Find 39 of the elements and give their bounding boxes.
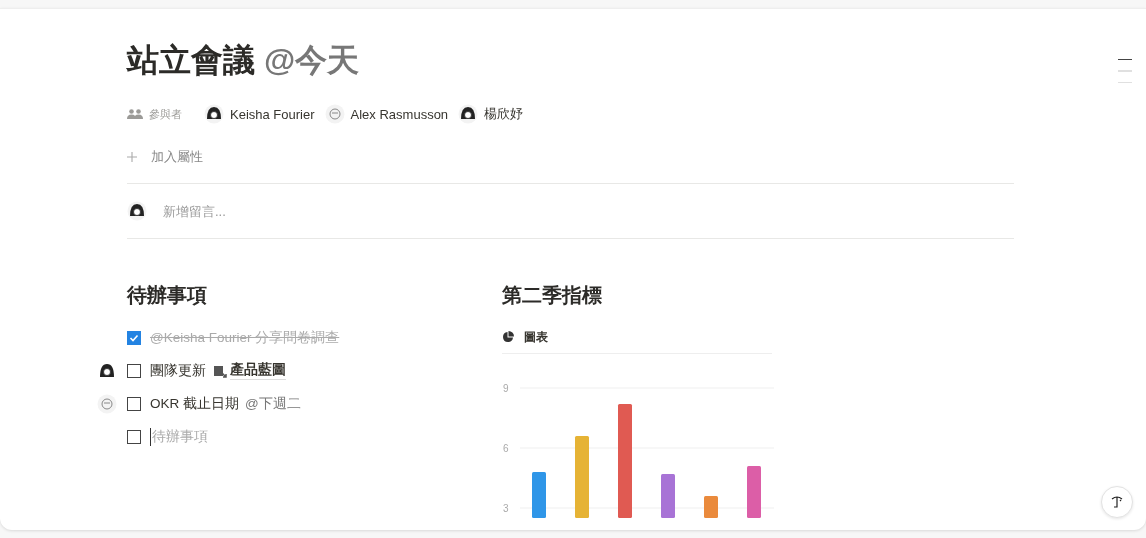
date-mention[interactable]: @下週二 [245, 394, 301, 413]
checkbox[interactable] [127, 363, 141, 378]
todo-text: 團隊更新 [150, 361, 206, 380]
add-property-button[interactable]: 加入屬性 [127, 148, 203, 166]
check-icon [129, 332, 139, 343]
chart-bar [704, 496, 718, 518]
help-icon [1109, 494, 1125, 510]
page-title: 站立會議 [127, 42, 255, 78]
todo-text: @Keisha Fourier 分享問卷調查 [150, 328, 340, 347]
pie-chart-icon [502, 331, 514, 343]
avatar-icon [458, 104, 479, 124]
people-icon [127, 109, 143, 119]
checkbox[interactable] [127, 396, 141, 411]
section-heading: 第二季指標 [502, 283, 603, 308]
checkbox[interactable] [127, 429, 141, 444]
plus-icon [127, 152, 137, 162]
axis-tick-label: 6 [503, 443, 509, 454]
chart-bar [747, 466, 761, 518]
chart-bar [661, 474, 675, 518]
todo-text: OKR 截止日期 [150, 394, 239, 413]
axis-tick-label: 9 [503, 383, 509, 394]
avatar-icon [204, 104, 224, 124]
avatar-icon [127, 201, 147, 221]
person-name[interactable]: Alex Rasmusson [350, 106, 449, 122]
page-icon [213, 363, 227, 378]
person-name[interactable]: 楊欣妤 [484, 105, 524, 123]
person-name[interactable]: Keisha Fourier [230, 106, 315, 122]
page-link[interactable]: 產品藍圖 [230, 361, 286, 380]
avatar-icon [324, 104, 345, 124]
avatar-icon [97, 393, 117, 414]
date-mention[interactable]: @今天 [263, 42, 360, 78]
chart-label: 圖表 [524, 328, 548, 346]
section-heading: 待辦事項 [127, 283, 208, 308]
table-of-contents-icon[interactable] [1118, 59, 1132, 83]
help-button[interactable] [1101, 486, 1133, 518]
axis-tick-label: 3 [503, 503, 509, 514]
chart-bar [532, 472, 546, 518]
checkbox[interactable] [127, 330, 141, 345]
property-label: 參與者 [149, 106, 182, 122]
